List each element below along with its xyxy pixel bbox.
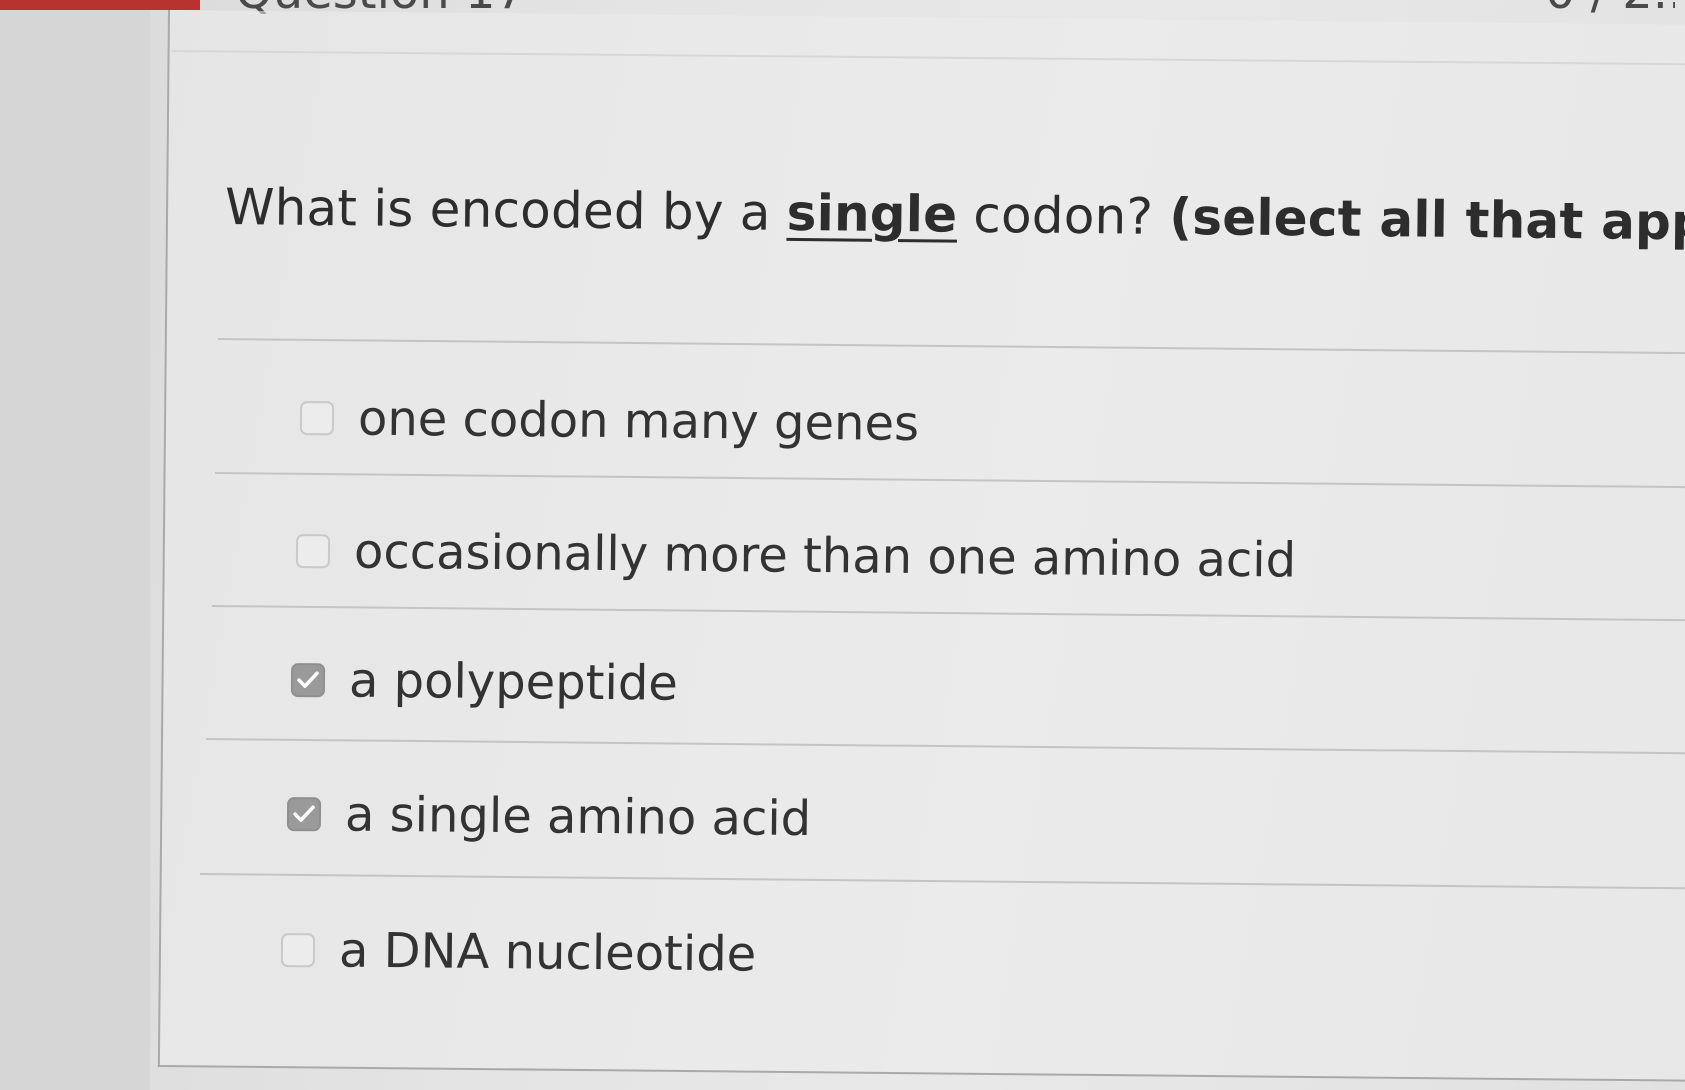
question-prefix: What is encoded by a <box>224 178 788 242</box>
option-label: a polypeptide <box>348 652 679 712</box>
checkbox[interactable] <box>280 933 316 968</box>
active-tab-indicator <box>0 0 200 10</box>
left-margin <box>0 0 150 1090</box>
option-dna-nucleotide[interactable]: a DNA nucleotide <box>280 922 757 983</box>
option-single-amino-acid[interactable]: a single amino acid <box>286 786 812 848</box>
question-instruction: (select all that apply) <box>1168 187 1685 253</box>
option-label: one codon many genes <box>357 390 920 452</box>
checkbox-checked[interactable] <box>286 797 322 832</box>
check-icon <box>293 805 315 822</box>
option-more-than-one-amino-acid[interactable]: occasionally more than one amino acid <box>295 523 1297 589</box>
checkbox[interactable] <box>295 534 331 569</box>
option-label: occasionally more than one amino acid <box>353 523 1297 589</box>
option-polypeptide[interactable]: a polypeptide <box>290 652 679 712</box>
check-icon <box>297 671 319 688</box>
option-label: a single amino acid <box>344 786 812 848</box>
question-emphasis: single <box>786 183 958 244</box>
option-one-codon-many-genes[interactable]: one codon many genes <box>299 390 920 452</box>
quiz-screen: Question 17 0 / 2... What is encoded by … <box>0 0 1685 1090</box>
checkbox-checked[interactable] <box>290 663 326 698</box>
option-label: a DNA nucleotide <box>338 922 757 983</box>
question-suffix: codon? <box>956 185 1170 246</box>
checkbox[interactable] <box>299 401 335 436</box>
points-label: 0 / 2... <box>1545 0 1675 18</box>
